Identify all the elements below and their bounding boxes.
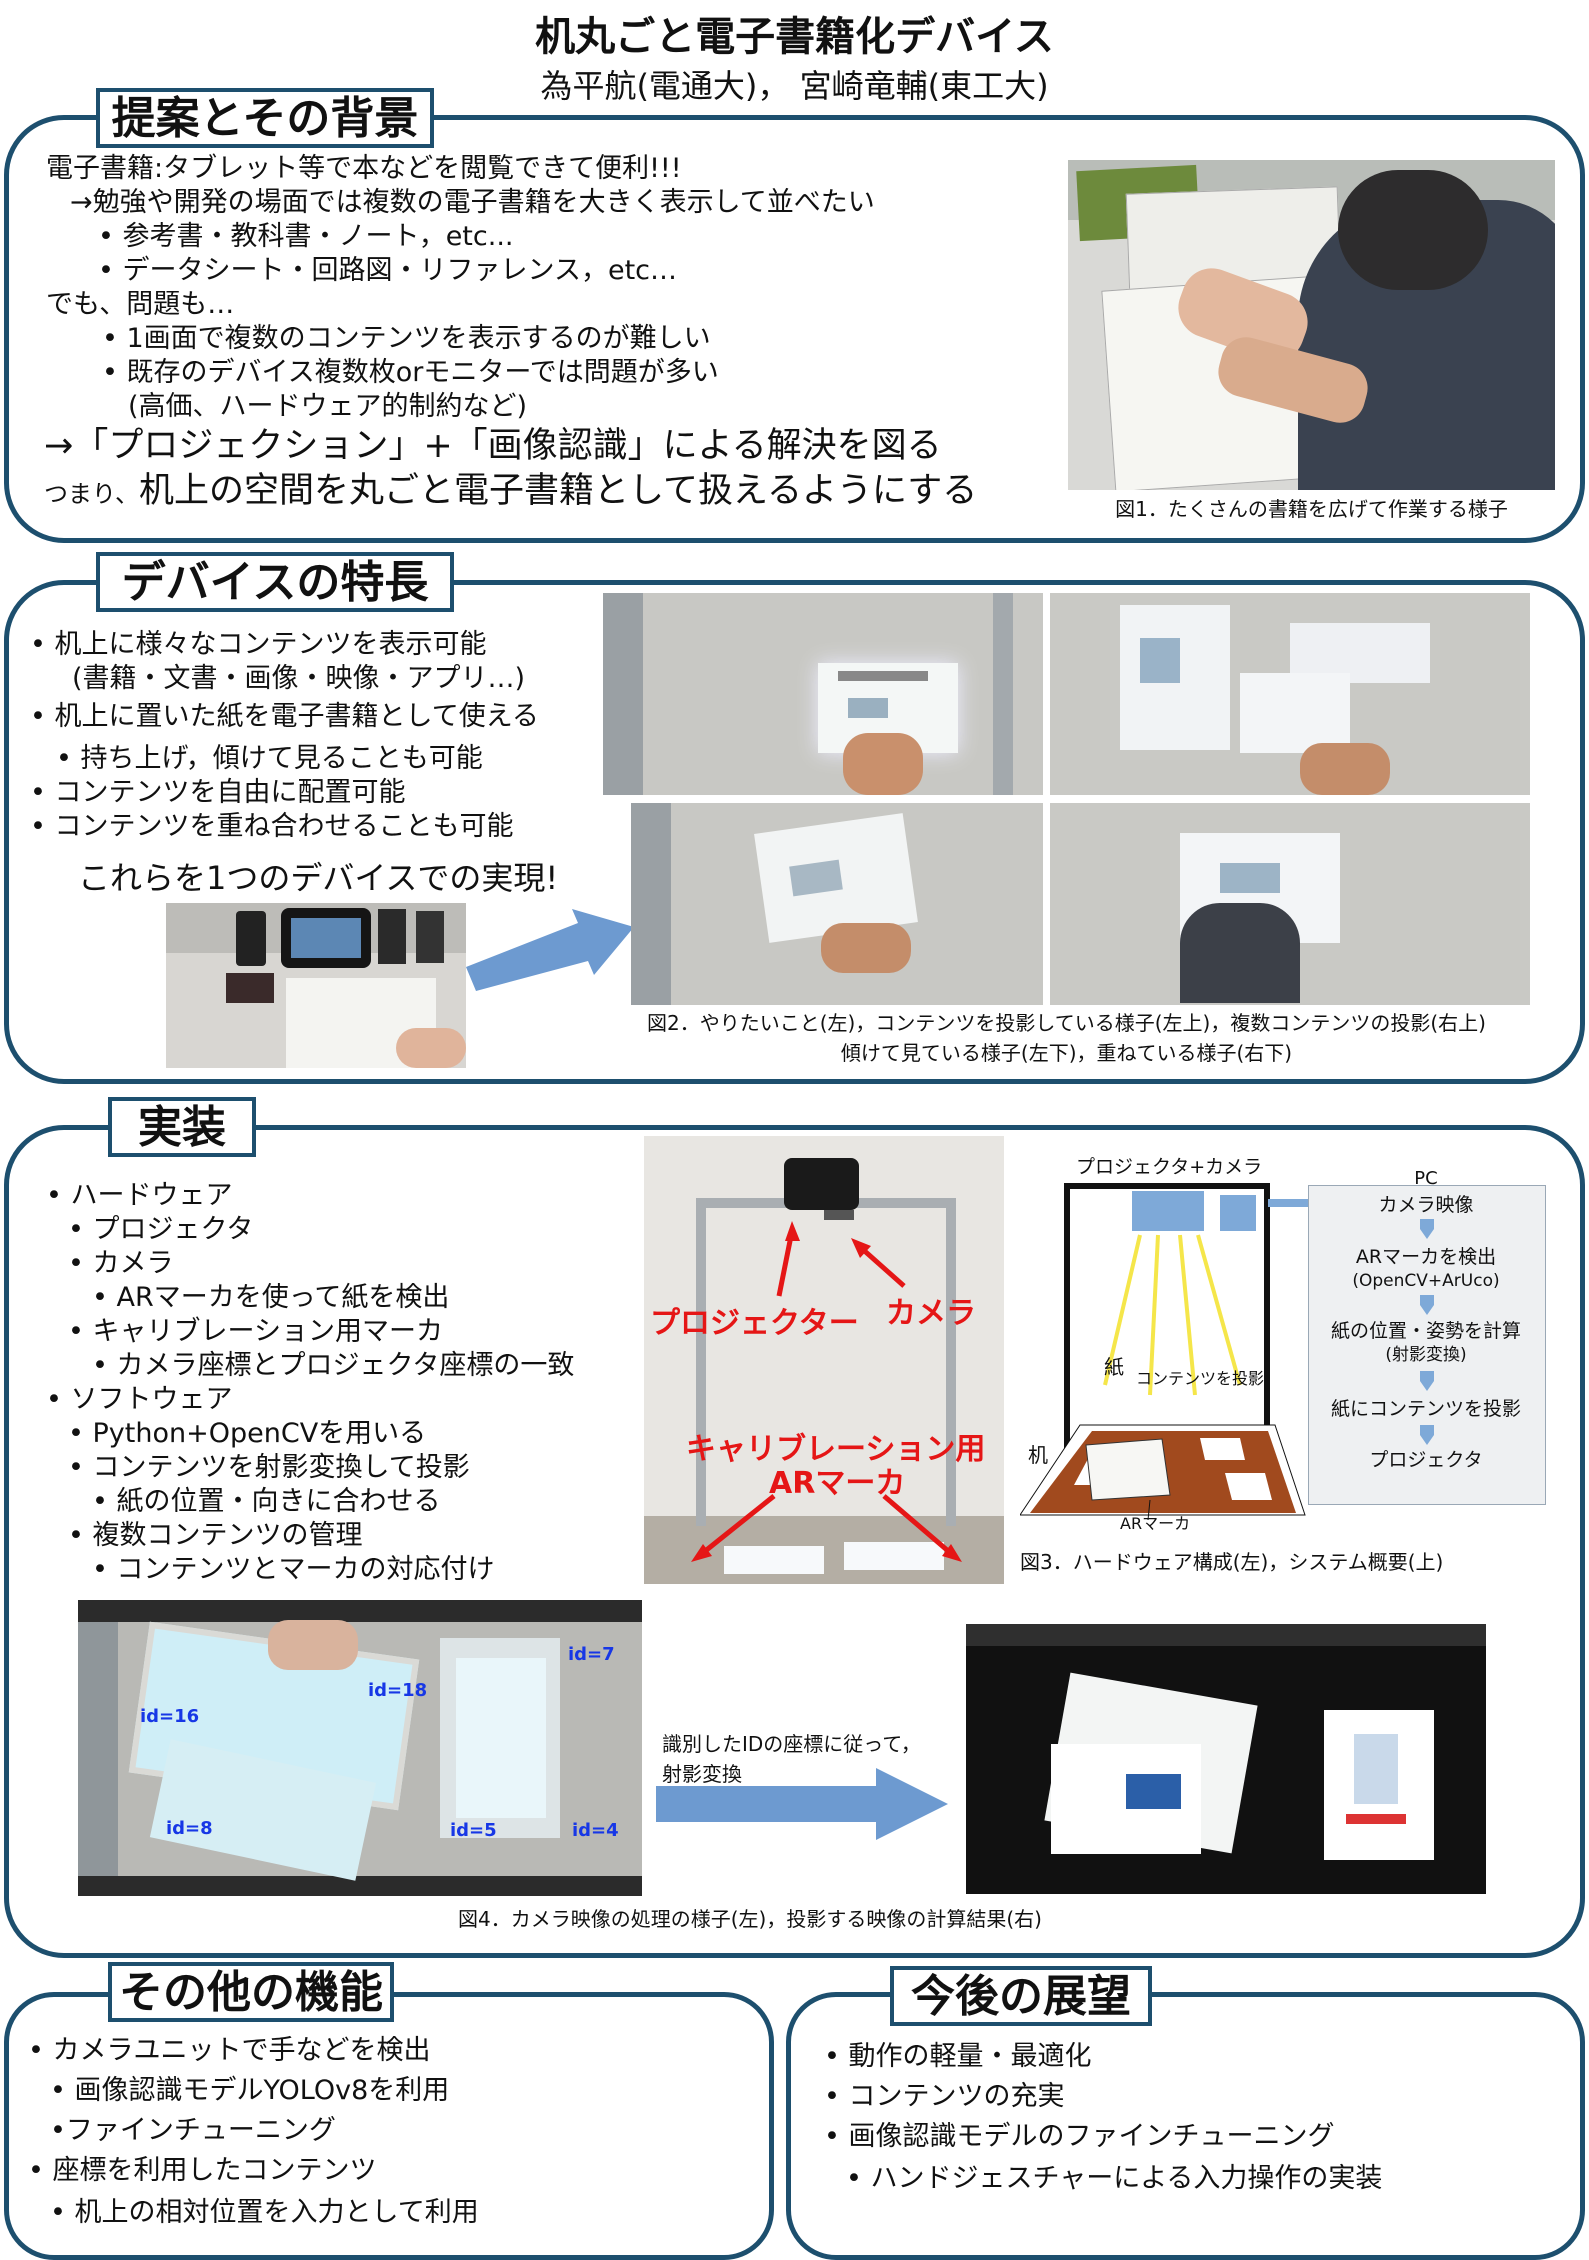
bg-big: 机上の空間を丸ごと電子書籍として扱えるようにする: [139, 471, 978, 511]
implementation-label: 実装: [108, 1097, 256, 1157]
bg-small: つまり、: [44, 480, 140, 508]
marker-id-7: id=7: [568, 1644, 615, 1665]
other-line: • 画像認識モデルYOLOv8を利用: [50, 2075, 450, 2106]
feat-line: • コンテンツを重ね合わせることも可能: [30, 811, 514, 842]
bg-line: • 参考書・教科書・ノート，etc...: [98, 221, 514, 252]
future-line: • 画像認識モデルのファインチューニング: [824, 2121, 1335, 2152]
diagram-paper-label: 紙: [1104, 1355, 1124, 1379]
feat-summary: これらを1つのデバイスでの実現!: [78, 859, 559, 897]
feat-line: • コンテンツを自由に配置可能: [30, 777, 406, 808]
feat-line: (書籍・文書・画像・映像・アプリ…): [72, 663, 526, 694]
pc-step: プロジェクタ: [1369, 1449, 1483, 1471]
diagram-desk-label: 机: [1028, 1443, 1048, 1467]
impl-line: • プロジェクタ: [68, 1214, 254, 1245]
demo-photo-bottom-right: [1050, 803, 1530, 1005]
label-projector: プロジェクター: [650, 1306, 859, 1341]
fig1-caption: 図1．たくさんの書籍を広げて作業する様子: [1115, 497, 1508, 521]
marker-id-18: id=18: [368, 1680, 428, 1701]
bg-line: • データシート・回路図・リファレンス，etc…: [98, 255, 678, 286]
demo-photo-top-right: [1050, 593, 1530, 795]
feat-line: • 持ち上げ，傾けて見ることも可能: [56, 743, 483, 774]
marker-id-8: id=8: [166, 1818, 213, 1839]
impl-line: • カメラ座標とプロジェクタ座標の一致: [92, 1350, 575, 1381]
bg-line: でも、問題も…: [46, 289, 235, 320]
diagram-content-label: コンテンツを投影: [1136, 1369, 1265, 1388]
demo-photo-top-left: [603, 593, 1043, 795]
bg-conclusion: →「プロジェクション」+「画像認識」による解決を図る: [44, 426, 942, 466]
impl-line: • 複数コンテンツの管理: [68, 1520, 363, 1551]
marker-id-16: id=16: [140, 1706, 200, 1727]
marker-id-4: id=4: [572, 1820, 619, 1841]
camera-processing-screenshot: id=18 id=7 id=16 id=8 id=5 id=4: [78, 1600, 642, 1896]
impl-line: • コンテンツを射影変換して投影: [68, 1452, 470, 1483]
devices-photo: [166, 903, 466, 1068]
label-camera: カメラ: [886, 1296, 976, 1331]
other-line: • 机上の相対位置を入力として利用: [50, 2197, 479, 2228]
bg-line: (高価、ハードウェア的制約など): [128, 391, 528, 422]
impl-line: • キャリブレーション用マーカ: [68, 1316, 443, 1347]
impl-line: • カメラ: [68, 1248, 174, 1279]
other-line: • カメラユニットで手などを検出: [28, 2035, 431, 2066]
diagram-marker-label: ARマーカ: [1120, 1514, 1191, 1533]
impl-line: • ハードウェア: [46, 1180, 233, 1211]
impl-line: • ARマーカを使って紙を検出: [92, 1282, 450, 1313]
transform-text-1: 識別したIDの座標に従って，: [662, 1732, 921, 1756]
pc-step: (OpenCV+ArUco): [1352, 1271, 1500, 1291]
pc-step: カメラ映像: [1378, 1194, 1474, 1216]
hardware-photo: プロジェクター カメラ キャリブレーション用 ARマーカ: [644, 1136, 1004, 1584]
impl-line: • 紙の位置・向きに合わせる: [92, 1486, 441, 1517]
marker-id-5: id=5: [450, 1820, 497, 1841]
background-label: 提案とその背景: [96, 88, 434, 148]
fig3-caption: 図3．ハードウェア構成(左)，システム概要(上): [1020, 1550, 1444, 1574]
impl-line: • ソフトウェア: [46, 1384, 233, 1415]
impl-line: • Python+OpenCVを用いる: [68, 1418, 427, 1449]
system-diagram: プロジェクタ+カメラ 紙 コンテンツを投影 机 ARマーカ PC カメラ映像 A…: [1020, 1155, 1550, 1535]
other-line: •ファインチューニング: [50, 2115, 336, 2146]
bg-conclusion-2: つまり、机上の空間を丸ごと電子書籍として扱えるようにする: [44, 468, 977, 517]
impl-line: • コンテンツとマーカの対応付け: [92, 1554, 495, 1585]
fig2-caption-2: 傾けて見ている様子(左下)，重ねている様子(右下): [840, 1041, 1293, 1065]
future-line: • ハンドジェスチャーによる入力操作の実装: [846, 2163, 1383, 2194]
bg-line: • 1画面で複数のコンテンツを表示するのが難しい: [102, 323, 711, 354]
pc-step: 紙の位置・姿勢を計算: [1330, 1320, 1521, 1342]
fig1-photo: [1068, 160, 1555, 490]
other-line: • 座標を利用したコンテンツ: [28, 2155, 377, 2186]
label-calibration-2: ARマーカ: [769, 1466, 906, 1501]
pc-label: PC: [1414, 1168, 1438, 1189]
pc-step: 紙にコンテンツを投影: [1330, 1398, 1521, 1420]
features-arrow: [466, 909, 634, 991]
projection-result-screenshot: [966, 1624, 1486, 1894]
pc-step: ARマーカを検出: [1355, 1246, 1497, 1268]
features-label: デバイスの特長: [96, 552, 454, 612]
demo-photo-bottom-left: [631, 803, 1043, 1005]
bg-line: →勉強や開発の場面では複数の電子書籍を大きく表示して並べたい: [70, 187, 875, 218]
other-functions-label: その他の機能: [108, 1962, 394, 2022]
fig4-caption: 図4．カメラ映像の処理の様子(左)，投影する映像の計算結果(右): [458, 1907, 1042, 1931]
pc-step: (射影変換): [1385, 1345, 1467, 1365]
fig2-caption-1: 図2．やりたいこと(左)，コンテンツを投影している様子(左上)，複数コンテンツの…: [647, 1011, 1486, 1035]
future-label: 今後の展望: [890, 1966, 1152, 2026]
poster-title: 机丸ごと電子書籍化デバイス: [535, 14, 1054, 60]
bg-line: 電子書籍:タブレット等で本などを閲覧できて便利!!!: [46, 153, 682, 184]
feat-line: • 机上に置いた紙を電子書籍として使える: [30, 701, 539, 732]
future-line: • 動作の軽量・最適化: [824, 2041, 1092, 2072]
transform-arrow: [656, 1768, 948, 1840]
feat-line: • 机上に様々なコンテンツを表示可能: [30, 629, 487, 660]
bg-line: • 既存のデバイス複数枚orモニターでは問題が多い: [102, 357, 719, 388]
future-line: • コンテンツの充実: [824, 2081, 1065, 2112]
